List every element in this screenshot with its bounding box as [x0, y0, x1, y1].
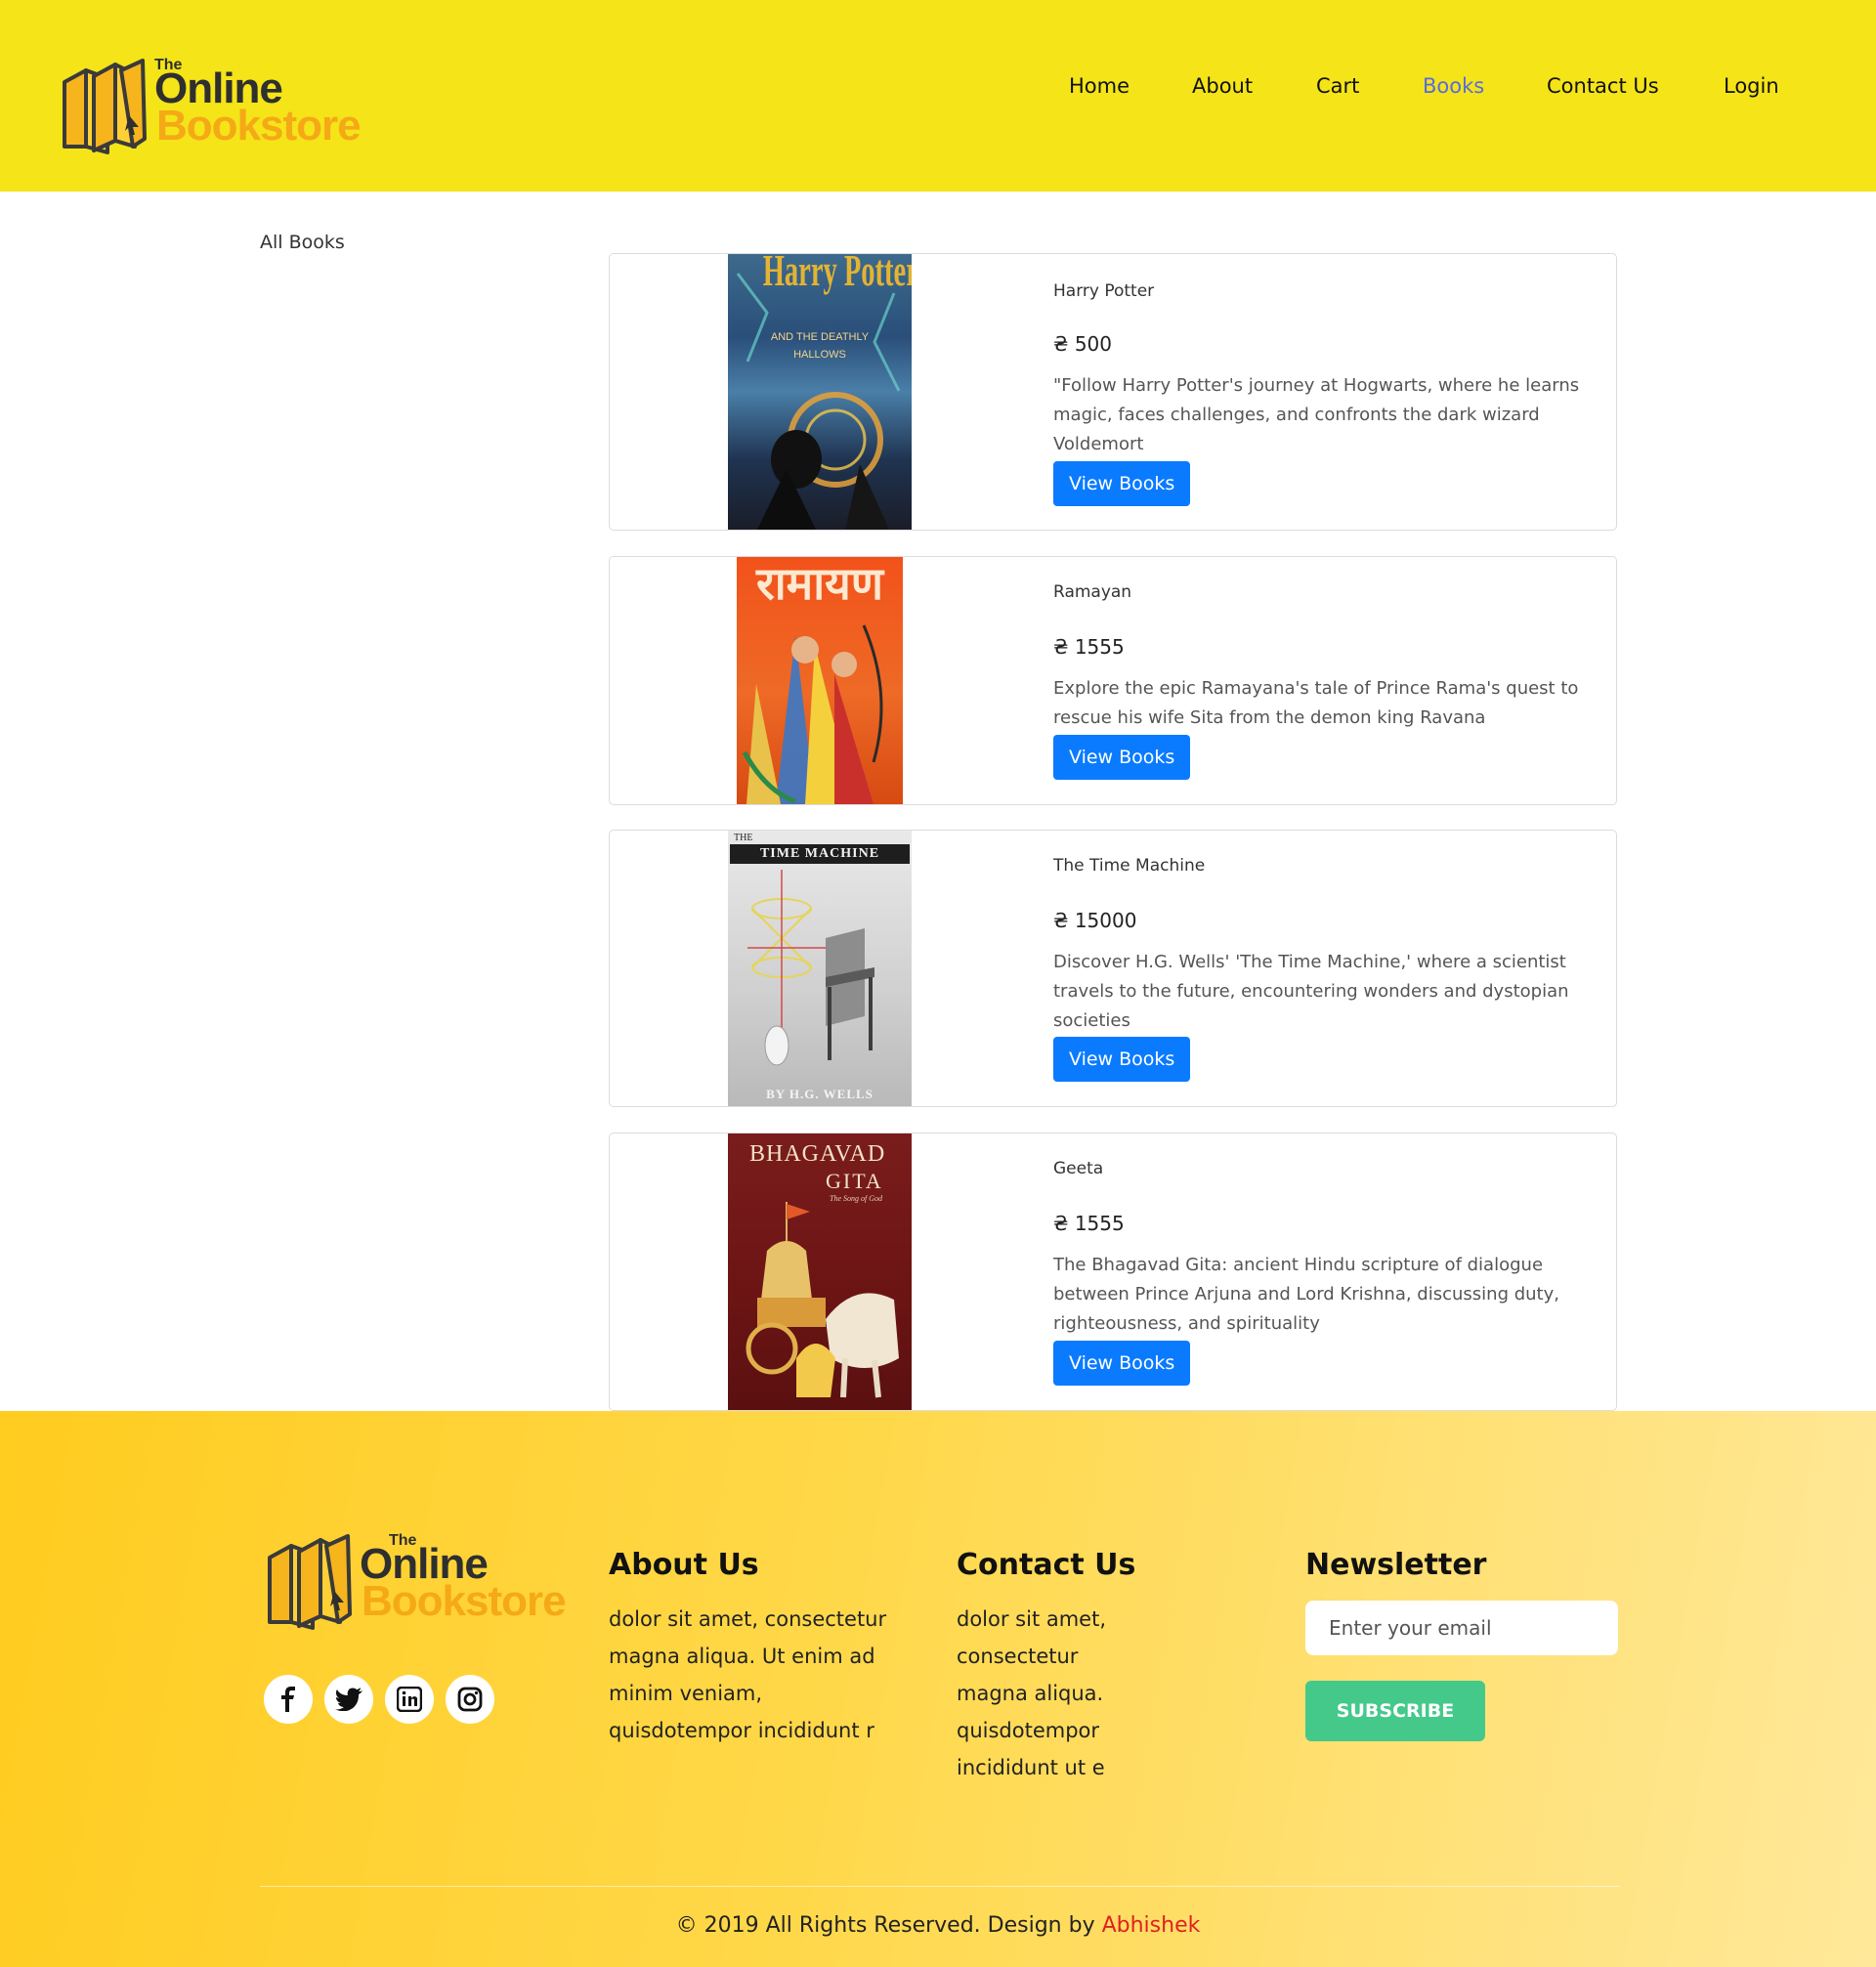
newsletter-heading: Newsletter — [1305, 1548, 1487, 1582]
book-price: ₴ 1555 — [1053, 1212, 1125, 1235]
view-books-button[interactable]: View Books — [1053, 1037, 1191, 1082]
nav-cart[interactable]: Cart — [1316, 74, 1359, 98]
contact-us-text: dolor sit amet, consectetur magna aliqua… — [957, 1601, 1106, 1786]
nav-about[interactable]: About — [1192, 74, 1253, 98]
book-title: Harry Potter — [1053, 281, 1155, 301]
copyright-text: © 2019 All Rights Reserved. Design by Ab… — [0, 1913, 1876, 1938]
cover-title-text: Harry Potter — [762, 254, 912, 295]
site-header: The Online Bookstore Home About Cart Boo… — [0, 0, 1876, 192]
site-footer: The Online Bookstore About Us dolor sit … — [0, 1411, 1876, 1967]
nav-home[interactable]: Home — [1069, 74, 1130, 98]
about-line: minim veniam, — [609, 1682, 763, 1705]
book-cover-image: Harry Potter AND THE DEATHLY HALLOWS — [728, 254, 912, 530]
view-books-button[interactable]: View Books — [1053, 461, 1191, 506]
newsletter-email-input[interactable] — [1305, 1601, 1618, 1655]
book-cover-image: रामायण — [737, 557, 903, 804]
contact-us-heading: Contact Us — [957, 1548, 1136, 1582]
view-books-button[interactable]: View Books — [1053, 735, 1191, 780]
book-title: The Time Machine — [1053, 856, 1206, 876]
contact-line: incididunt ut e — [957, 1756, 1105, 1779]
footer-brand-logo[interactable]: The Online Bookstore — [266, 1530, 578, 1632]
book-description: Explore the epic Ramayana's tale of Prin… — [1053, 678, 1579, 728]
book-price: ₴ 500 — [1053, 332, 1113, 356]
nav-contact-us[interactable]: Contact Us — [1547, 74, 1659, 98]
subscribe-button[interactable]: SUBSCRIBE — [1305, 1681, 1485, 1741]
all-books-heading[interactable]: All Books — [260, 232, 345, 253]
logo-bookstore-text: Bookstore — [362, 1577, 567, 1625]
book-price: ₴ 15000 — [1053, 909, 1137, 932]
about-line: dolor sit amet, consectetur — [609, 1607, 887, 1631]
about-line: magna aliqua. Ut enim ad — [609, 1645, 875, 1668]
book-description: The Bhagavad Gita: ancient Hindu scriptu… — [1053, 1255, 1559, 1334]
linkedin-icon[interactable] — [385, 1675, 434, 1724]
books-logo-icon — [63, 59, 147, 154]
book-card: रामायण Ramayan ₴ 1555 Explore the epic R… — [609, 556, 1617, 805]
book-cover-image: THE TIME MACHINE BY H.G. WELLS — [728, 831, 912, 1106]
main-nav: Home About Cart Books Contact Us Login — [0, 74, 1876, 104]
contact-line: dolor sit amet, — [957, 1607, 1107, 1631]
nav-books[interactable]: Books — [1423, 74, 1484, 98]
facebook-icon[interactable] — [264, 1675, 313, 1724]
nav-login[interactable]: Login — [1724, 74, 1779, 98]
contact-line: magna aliqua. — [957, 1682, 1104, 1705]
book-title: Ramayan — [1053, 582, 1132, 602]
contact-line: quisdotempor — [957, 1719, 1100, 1742]
footer-divider — [260, 1886, 1620, 1887]
author-link[interactable]: Abhishek — [1102, 1913, 1201, 1938]
twitter-icon[interactable] — [324, 1675, 373, 1724]
cover-author-text: BY H.G. WELLS — [766, 1087, 874, 1101]
about-line: quisdotempor incididunt r — [609, 1719, 874, 1742]
book-description: "Follow Harry Potter's journey at Hogwar… — [1053, 375, 1580, 454]
book-description: Discover H.G. Wells' 'The Time Machine,'… — [1053, 952, 1569, 1031]
book-card: Harry Potter AND THE DEATHLY HALLOWS Har… — [609, 253, 1617, 531]
copyright-label: © 2019 All Rights Reserved. Design by — [675, 1913, 1102, 1938]
about-us-heading: About Us — [609, 1548, 759, 1582]
view-books-button[interactable]: View Books — [1053, 1341, 1191, 1386]
book-cover-image: BHAGAVAD GITA The Song of God — [728, 1133, 912, 1410]
cover-title-text: रामायण — [755, 557, 884, 610]
about-us-text: dolor sit amet, consectetur magna aliqua… — [609, 1601, 886, 1749]
contact-line: consectetur — [957, 1645, 1079, 1668]
book-card: BHAGAVAD GITA The Song of God Geeta ₴ 15… — [609, 1133, 1617, 1411]
book-card: THE TIME MACHINE BY H.G. WELLS The Time … — [609, 830, 1617, 1107]
cover-subtitle-text: AND THE DEATHLY HALLOWS — [770, 331, 870, 361]
brand-logo[interactable]: The Online Bookstore — [61, 55, 373, 154]
book-title: Geeta — [1053, 1159, 1104, 1178]
logo-bookstore-text: Bookstore — [156, 102, 362, 150]
books-logo-icon — [268, 1534, 352, 1630]
instagram-icon[interactable] — [446, 1675, 494, 1724]
book-price: ₴ 1555 — [1053, 635, 1125, 659]
